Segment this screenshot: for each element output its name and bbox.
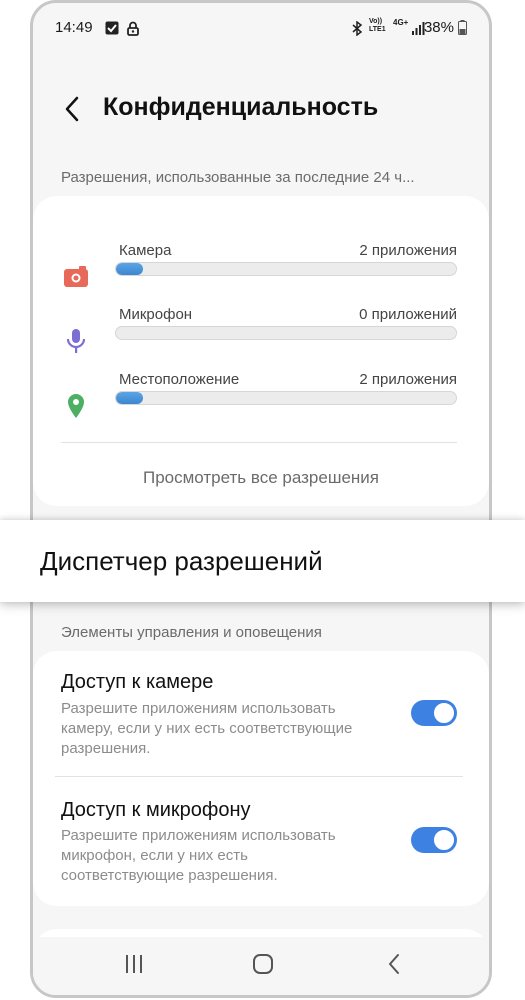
camera-access-title: Доступ к камере — [61, 671, 214, 693]
usage-bar — [115, 262, 457, 276]
location-pin-icon — [68, 394, 84, 418]
camera-access-row[interactable]: Доступ к камере Разрешите приложениям ис… — [33, 651, 489, 777]
controls-card: Доступ к камере Разрешите приложениям ис… — [33, 651, 489, 906]
microphone-access-title: Доступ к микрофону — [61, 799, 251, 821]
permissions-section-label: Разрешения, использованные за последние … — [61, 169, 415, 186]
permission-row-microphone[interactable]: Микрофон 0 приложений — [33, 306, 489, 356]
usage-bar-fill — [116, 392, 144, 404]
checkbox-icon — [105, 21, 119, 35]
battery-percent: 38% — [423, 19, 454, 36]
navigation-bar — [33, 937, 489, 995]
lock-icon — [127, 21, 139, 36]
permission-manager-callout[interactable]: Диспетчер разрешений — [0, 520, 525, 602]
network-4g-icon: 4G+ — [393, 18, 409, 27]
usage-bar-fill — [116, 263, 144, 275]
permission-count: 2 приложения — [359, 242, 457, 259]
recent-apps-icon[interactable] — [119, 949, 149, 979]
microphone-access-description: Разрешите приложениям использовать микро… — [61, 827, 336, 884]
camera-access-toggle[interactable] — [411, 700, 457, 726]
view-all-permissions-button[interactable]: Просмотреть все разрешения — [33, 468, 489, 488]
battery-status: 38% — [424, 19, 467, 36]
bluetooth-icon — [352, 21, 363, 36]
volte-icon: Vo)) LTE1 — [369, 18, 386, 33]
back-nav-icon[interactable] — [380, 949, 410, 979]
status-time: 14:49 — [55, 19, 93, 36]
controls-section-label: Элементы управления и оповещения — [61, 624, 322, 641]
camera-icon — [64, 266, 88, 287]
permission-name: Микрофон — [119, 306, 193, 323]
battery-icon — [458, 20, 467, 35]
permission-row-camera[interactable]: Камера 2 приложения — [33, 242, 489, 292]
camera-access-description: Разрешите приложениям использовать камер… — [61, 700, 353, 757]
back-arrow-icon[interactable] — [61, 93, 85, 125]
status-bar: 14:49 Vo)) LTE1 4G+ 38% — [55, 18, 467, 41]
permission-name: Местоположение — [119, 371, 240, 388]
home-icon[interactable] — [248, 949, 278, 979]
divider — [61, 442, 457, 443]
phone-frame: 14:49 Vo)) LTE1 4G+ 38% Конфиденциальнос… — [30, 0, 492, 998]
microphone-icon — [66, 329, 86, 353]
page-header: Конфиденциальность — [33, 83, 489, 135]
permission-count: 0 приложений — [359, 306, 457, 323]
signal-icon — [412, 22, 425, 35]
microphone-access-row[interactable]: Доступ к микрофону Разрешите приложениям… — [33, 777, 489, 906]
permission-row-location[interactable]: Местоположение 2 приложения — [33, 371, 489, 421]
microphone-access-toggle[interactable] — [411, 827, 457, 853]
usage-bar — [115, 326, 457, 340]
usage-bar — [115, 391, 457, 405]
toggle-knob — [433, 702, 455, 724]
page-title: Конфиденциальность — [103, 93, 379, 121]
permission-manager-label: Диспетчер разрешений — [40, 546, 323, 576]
toggle-knob — [433, 829, 455, 851]
permission-count: 2 приложения — [359, 371, 457, 388]
permissions-card: Камера 2 приложения Микрофон 0 приложени… — [33, 196, 489, 506]
permission-name: Камера — [119, 242, 172, 259]
